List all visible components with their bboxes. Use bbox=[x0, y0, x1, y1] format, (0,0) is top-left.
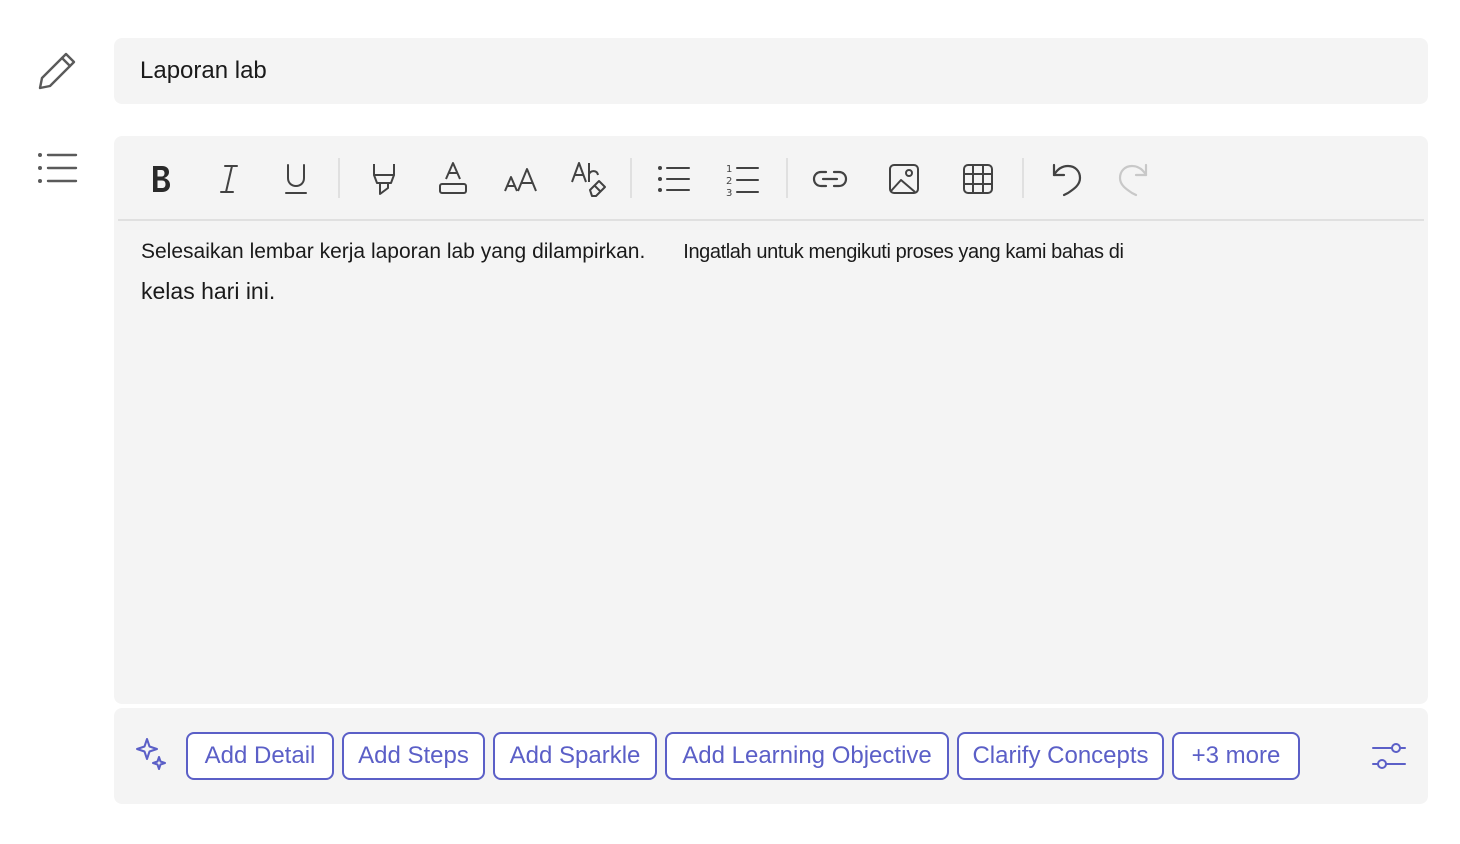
instructions-editor[interactable]: 1 2 3 Selesaikan lembar kerja laporan la… bbox=[114, 136, 1428, 704]
undo-icon bbox=[1052, 163, 1082, 197]
chip-label: Add Steps bbox=[358, 742, 469, 769]
bold-icon bbox=[153, 166, 170, 192]
undo-button[interactable] bbox=[1044, 156, 1090, 202]
numbered-list-button[interactable]: 1 2 3 bbox=[720, 156, 766, 202]
sparkle-icon bbox=[134, 736, 168, 775]
chip-label: +3 more bbox=[1191, 742, 1281, 769]
highlight-button[interactable] bbox=[361, 156, 407, 202]
pencil-icon bbox=[36, 48, 80, 92]
editor-line-2: kelas hari ini. bbox=[141, 278, 276, 304]
editor-line: Selesaikan lembar kerja laporan lab yang… bbox=[141, 240, 1408, 264]
more-suggestions-chip[interactable]: +3 more bbox=[1172, 732, 1300, 780]
add-sparkle-chip[interactable]: Add Sparkle bbox=[493, 732, 657, 780]
redo-button[interactable] bbox=[1110, 156, 1156, 202]
add-learning-objective-chip[interactable]: Add Learning Objective bbox=[665, 732, 949, 780]
svg-text:1: 1 bbox=[726, 164, 732, 175]
numbered-list-icon: 1 2 3 bbox=[726, 164, 759, 197]
title-input[interactable]: Laporan lab bbox=[114, 38, 1428, 104]
highlighter-icon bbox=[373, 164, 395, 195]
toolbar-separator bbox=[338, 158, 340, 198]
editor-content[interactable]: Selesaikan lembar kerja laporan lab yang… bbox=[141, 240, 1408, 305]
font-color-icon bbox=[439, 162, 467, 194]
image-icon bbox=[889, 164, 919, 194]
underline-icon bbox=[285, 164, 307, 194]
clear-formatting-button[interactable] bbox=[566, 156, 612, 202]
adjust-settings-icon[interactable] bbox=[1370, 738, 1408, 779]
font-size-button[interactable] bbox=[498, 156, 544, 202]
font-size-icon bbox=[504, 168, 537, 192]
insert-link-button[interactable] bbox=[807, 156, 853, 202]
svg-text:3: 3 bbox=[726, 188, 732, 197]
chip-label: Clarify Concepts bbox=[972, 742, 1149, 769]
title-input-value: Laporan lab bbox=[140, 57, 267, 84]
toolbar-separator bbox=[630, 158, 632, 198]
ai-suggestions-bar: Add Detail Add Steps Add Sparkle Add Lea… bbox=[114, 708, 1428, 804]
bulleted-list-icon bbox=[658, 166, 690, 192]
svg-text:2: 2 bbox=[726, 176, 732, 187]
clarify-concepts-chip[interactable]: Clarify Concepts bbox=[957, 732, 1164, 780]
insert-image-button[interactable] bbox=[881, 156, 927, 202]
formatting-toolbar: 1 2 3 bbox=[118, 136, 1424, 221]
editor-text-sentence-2: Ingatlah untuk mengikuti proses yang kam… bbox=[683, 241, 1124, 263]
editor-text-sentence-1: Selesaikan lembar kerja laporan lab yang… bbox=[141, 240, 646, 263]
chip-label: Add Detail bbox=[204, 742, 316, 769]
italic-icon bbox=[220, 165, 238, 193]
bulleted-list-button[interactable] bbox=[651, 156, 697, 202]
chip-label: Add Sparkle bbox=[509, 742, 641, 769]
italic-button[interactable] bbox=[206, 156, 252, 202]
toolbar-separator bbox=[786, 158, 788, 198]
description-list-icon bbox=[36, 150, 80, 186]
clear-formatting-icon bbox=[571, 162, 606, 197]
add-steps-chip[interactable]: Add Steps bbox=[342, 732, 485, 780]
table-icon bbox=[963, 164, 993, 194]
bold-button[interactable] bbox=[138, 156, 184, 202]
underline-button[interactable] bbox=[273, 156, 319, 202]
toolbar-separator bbox=[1022, 158, 1024, 198]
redo-icon bbox=[1118, 163, 1148, 197]
add-detail-chip[interactable]: Add Detail bbox=[186, 732, 334, 780]
insert-table-button[interactable] bbox=[955, 156, 1001, 202]
font-color-button[interactable] bbox=[430, 156, 476, 202]
chip-label: Add Learning Objective bbox=[682, 742, 932, 769]
link-icon bbox=[812, 170, 848, 188]
